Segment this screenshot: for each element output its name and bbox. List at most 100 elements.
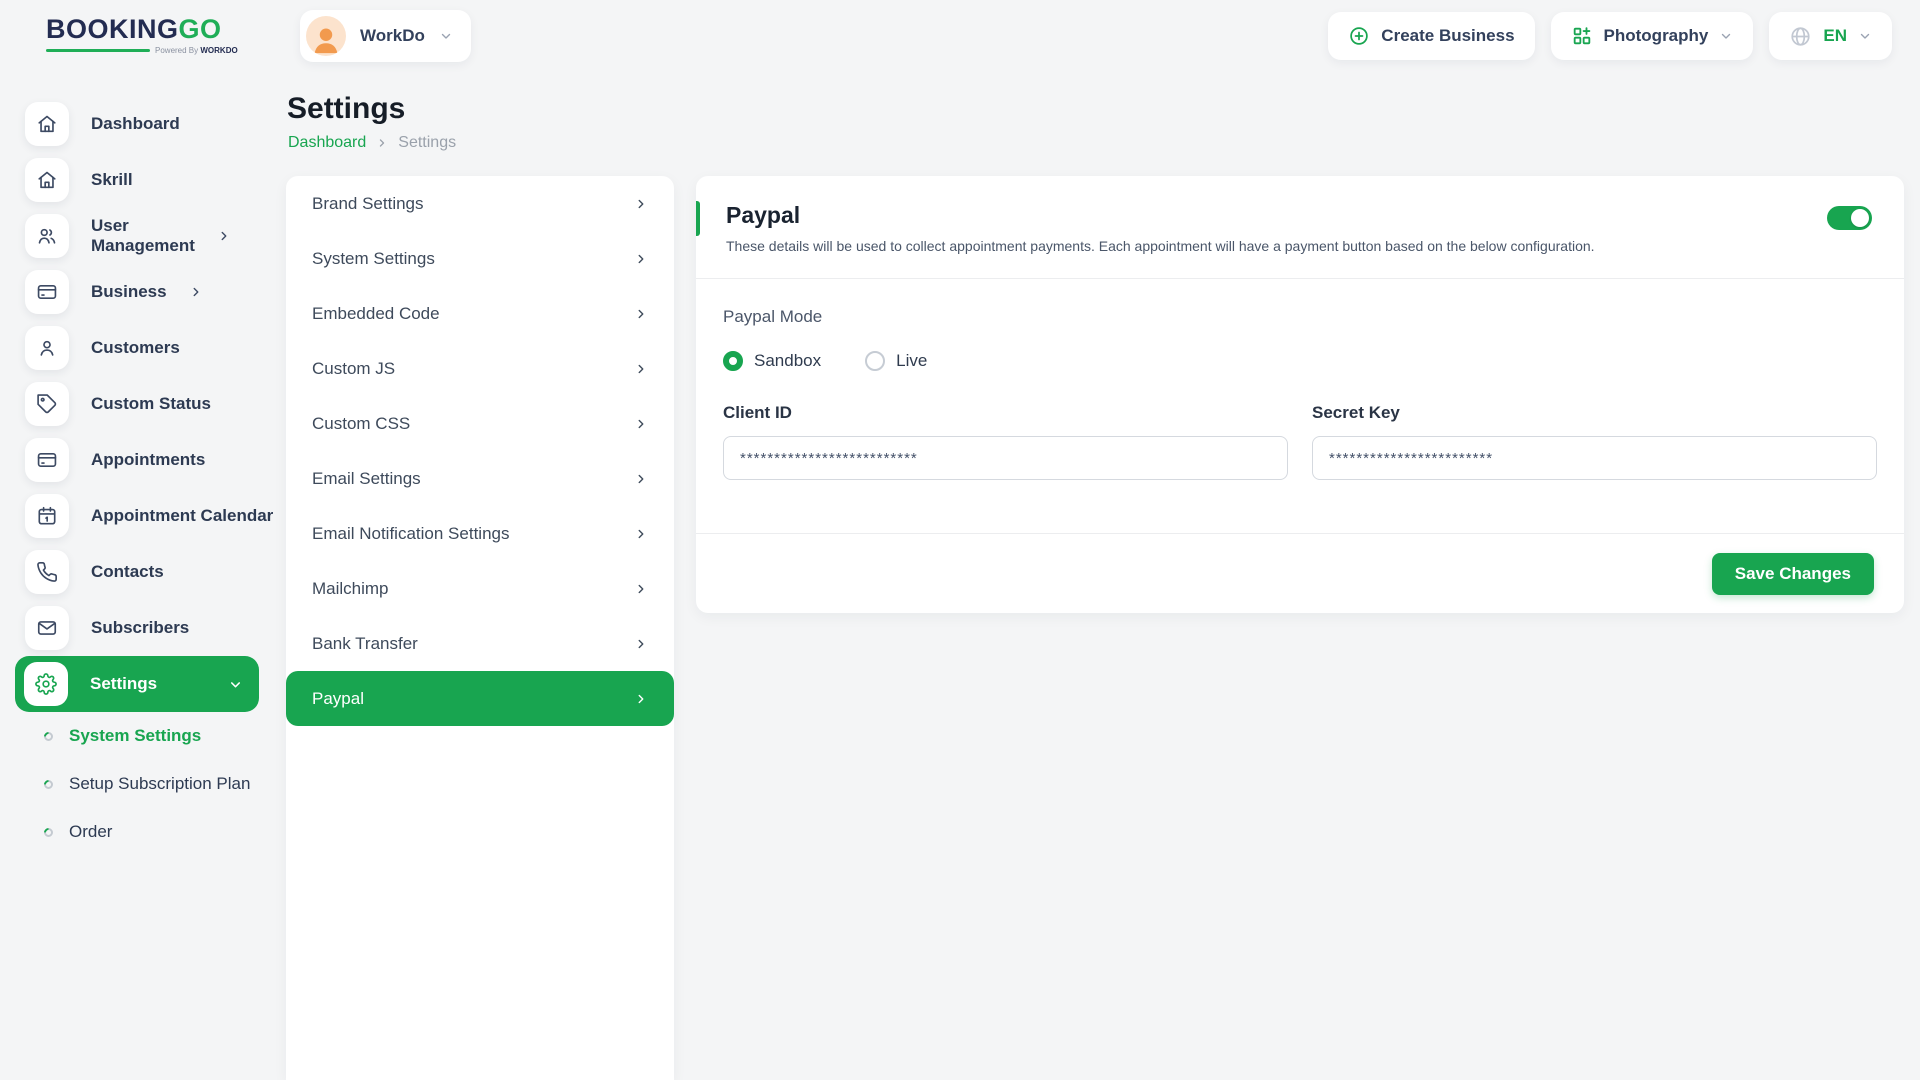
phone-icon xyxy=(25,550,69,594)
radio-label: Live xyxy=(896,351,927,371)
users-icon xyxy=(25,214,69,258)
breadcrumb-dashboard-link[interactable]: Dashboard xyxy=(288,134,366,152)
sidebar-item-user-management[interactable]: User Management xyxy=(0,208,286,264)
chevron-right-icon xyxy=(634,307,648,321)
settings-nav-system-settings[interactable]: System Settings xyxy=(286,231,674,286)
sidebar-subitem-label: System Settings xyxy=(69,726,201,746)
home-icon xyxy=(25,102,69,146)
client-id-label: Client ID xyxy=(723,403,1288,423)
brand-name-accent: GO xyxy=(179,14,222,44)
plus-circle-icon xyxy=(1348,25,1370,47)
language-label: EN xyxy=(1823,26,1847,46)
nav-item-label: Embedded Code xyxy=(312,304,440,324)
brand-logo[interactable]: BOOKINGGO Powered By WORKDO xyxy=(46,14,212,55)
top-bar: BOOKINGGO Powered By WORKDO WorkDo Creat… xyxy=(0,0,1920,72)
sidebar-item-label: Contacts xyxy=(91,562,286,582)
sidebar-subitem-system-settings[interactable]: System Settings xyxy=(0,712,286,760)
nav-item-label: Custom CSS xyxy=(312,414,410,434)
settings-nav-brand-settings[interactable]: Brand Settings xyxy=(286,176,674,231)
sidebar-item-label: Appointments xyxy=(91,450,286,470)
save-changes-button[interactable]: Save Changes xyxy=(1712,553,1874,595)
chevron-down-icon xyxy=(439,29,453,43)
paypal-enabled-toggle[interactable] xyxy=(1827,206,1872,230)
nav-item-label: Paypal xyxy=(312,689,364,709)
settings-nav-bank-transfer[interactable]: Bank Transfer xyxy=(286,616,674,671)
sidebar-item-contacts[interactable]: Contacts xyxy=(0,544,286,600)
workspace-switcher[interactable]: WorkDo xyxy=(300,10,471,62)
paypal-mode-label: Paypal Mode xyxy=(723,307,1877,327)
sidebar-item-label: Dashboard xyxy=(91,114,286,134)
sidebar-subitem-setup-subscription-plan[interactable]: Setup Subscription Plan xyxy=(0,760,286,808)
accent-bar xyxy=(696,201,700,236)
sidebar-item-subscribers[interactable]: Subscribers xyxy=(0,600,286,656)
chevron-down-icon xyxy=(1719,29,1733,43)
settings-nav-mailchimp[interactable]: Mailchimp xyxy=(286,561,674,616)
sidebar-item-appointments[interactable]: Appointments xyxy=(0,432,286,488)
brand-logo-sub: Powered By WORKDO xyxy=(46,46,212,55)
business-type-selector[interactable]: Photography xyxy=(1551,12,1754,60)
calendar-icon xyxy=(25,494,69,538)
sidebar-item-business[interactable]: Business xyxy=(0,264,286,320)
business-type-label: Photography xyxy=(1604,26,1709,46)
credential-fields: Client ID Secret Key xyxy=(723,403,1877,480)
radio-option-sandbox[interactable]: Sandbox xyxy=(723,351,821,371)
client-id-field-group: Client ID xyxy=(723,403,1288,480)
nav-item-label: Email Notification Settings xyxy=(312,524,509,544)
credit-card-icon xyxy=(25,270,69,314)
chevron-right-icon xyxy=(634,472,648,486)
settings-nav-email-settings[interactable]: Email Settings xyxy=(286,451,674,506)
chevron-right-icon xyxy=(634,252,648,266)
client-id-input[interactable] xyxy=(723,436,1288,480)
nav-item-label: Custom JS xyxy=(312,359,395,379)
chevron-right-icon xyxy=(634,637,648,651)
chevron-right-icon xyxy=(217,229,231,243)
sidebar-subitem-order[interactable]: Order xyxy=(0,808,286,856)
sidebar-item-settings[interactable]: Settings xyxy=(15,656,259,712)
settings-nav-card: Brand Settings System Settings Embedded … xyxy=(286,176,674,1080)
settings-nav-paypal[interactable]: Paypal xyxy=(286,671,674,726)
secret-key-input[interactable] xyxy=(1312,436,1877,480)
settings-nav-custom-css[interactable]: Custom CSS xyxy=(286,396,674,451)
settings-nav-email-notification-settings[interactable]: Email Notification Settings xyxy=(286,506,674,561)
radio-unchecked-icon[interactable] xyxy=(865,351,885,371)
chevron-right-icon xyxy=(634,582,648,596)
brand-underline xyxy=(46,49,150,52)
mail-icon xyxy=(25,606,69,650)
sidebar-item-label: Business xyxy=(91,282,167,302)
radio-label: Sandbox xyxy=(754,351,821,371)
secret-key-field-group: Secret Key xyxy=(1312,403,1877,480)
panel-description: These details will be used to collect ap… xyxy=(726,238,1874,254)
language-selector[interactable]: EN xyxy=(1769,12,1892,60)
chevron-right-icon xyxy=(376,137,388,149)
chevron-right-icon xyxy=(189,285,203,299)
workspace-avatar xyxy=(306,16,346,56)
person-avatar-icon xyxy=(308,22,344,56)
toggle-knob xyxy=(1851,209,1869,227)
paypal-settings-panel: Paypal These details will be used to col… xyxy=(696,176,1904,613)
settings-nav-embedded-code[interactable]: Embedded Code xyxy=(286,286,674,341)
sidebar-item-dashboard[interactable]: Dashboard xyxy=(0,96,286,152)
powered-by-brand: WORKDO xyxy=(200,46,237,55)
breadcrumb-current: Settings xyxy=(398,134,456,152)
panel-footer: Save Changes xyxy=(696,533,1904,613)
nav-item-label: Mailchimp xyxy=(312,579,389,599)
home-icon xyxy=(25,158,69,202)
chevron-down-icon xyxy=(228,677,243,692)
sidebar-item-customers[interactable]: Customers xyxy=(0,320,286,376)
chevron-right-icon xyxy=(634,362,648,376)
chevron-down-icon xyxy=(1858,29,1872,43)
create-business-button[interactable]: Create Business xyxy=(1328,12,1534,60)
nav-item-label: System Settings xyxy=(312,249,435,269)
sidebar-item-label: Skrill xyxy=(91,170,286,190)
chevron-right-icon xyxy=(634,417,648,431)
sidebar-item-custom-status[interactable]: Custom Status xyxy=(0,376,286,432)
nav-item-label: Bank Transfer xyxy=(312,634,418,654)
radio-option-live[interactable]: Live xyxy=(865,351,927,371)
workspace-label: WorkDo xyxy=(360,26,425,46)
settings-nav-custom-js[interactable]: Custom JS xyxy=(286,341,674,396)
radio-checked-icon[interactable] xyxy=(723,351,743,371)
sidebar-item-appointment-calendar[interactable]: Appointment Calendar xyxy=(0,488,286,544)
credit-card-icon xyxy=(25,438,69,482)
sidebar-item-skrill[interactable]: Skrill xyxy=(0,152,286,208)
sidebar-item-label: Appointment Calendar xyxy=(91,506,286,526)
